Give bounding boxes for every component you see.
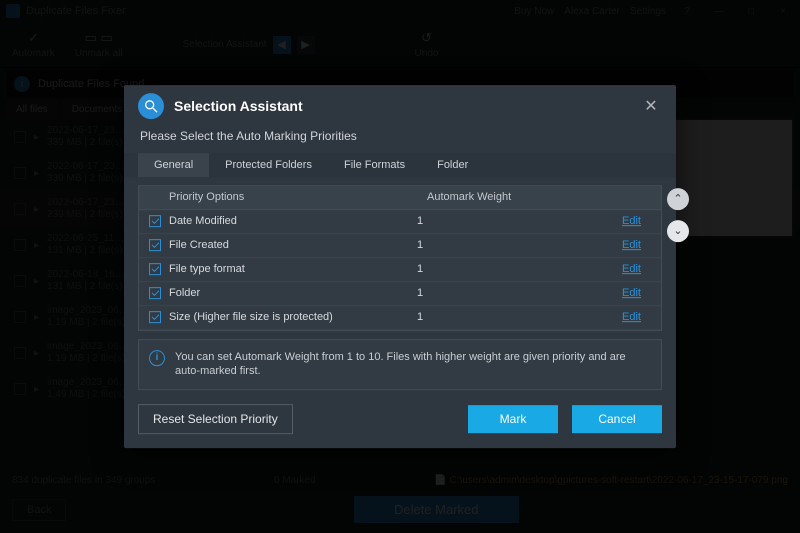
- priority-weight: 1: [417, 311, 537, 323]
- tab-file-formats[interactable]: File Formats: [328, 153, 421, 177]
- checkbox[interactable]: [149, 311, 161, 323]
- col-priority-options: Priority Options: [139, 186, 419, 208]
- tab-general[interactable]: General: [138, 153, 209, 177]
- scroll-up-button[interactable]: ⌃: [667, 188, 689, 210]
- tab-folder[interactable]: Folder: [421, 153, 484, 177]
- info-icon: i: [149, 350, 165, 366]
- dialog-close-button[interactable]: ✕: [640, 95, 662, 117]
- priority-label: Date Modified: [169, 215, 417, 227]
- priority-weight: 1: [417, 287, 537, 299]
- dialog-subtitle: Please Select the Auto Marking Prioritie…: [124, 125, 676, 153]
- priority-label: File type format: [169, 263, 417, 275]
- checkbox[interactable]: [149, 263, 161, 275]
- tab-protected-folders[interactable]: Protected Folders: [209, 153, 328, 177]
- priority-table: Priority Options Automark Weight Date Mo…: [138, 185, 662, 331]
- dialog-logo-icon: [138, 93, 164, 119]
- dialog-actions: Reset Selection Priority Mark Cancel: [124, 390, 676, 448]
- edit-link[interactable]: Edit: [622, 311, 641, 323]
- priority-weight: 1: [417, 263, 537, 275]
- edit-link[interactable]: Edit: [622, 287, 641, 299]
- priority-row: Date Modified 1 Edit: [139, 210, 661, 234]
- col-automark-weight: Automark Weight: [419, 186, 539, 208]
- dialog-title: Selection Assistant: [174, 98, 303, 114]
- priority-weight: 1: [417, 239, 537, 251]
- reset-button[interactable]: Reset Selection Priority: [138, 404, 293, 434]
- mark-button[interactable]: Mark: [468, 405, 558, 433]
- cancel-button[interactable]: Cancel: [572, 405, 662, 433]
- info-text: You can set Automark Weight from 1 to 10…: [175, 350, 651, 380]
- checkbox[interactable]: [149, 239, 161, 251]
- checkbox[interactable]: [149, 287, 161, 299]
- priority-label: Folder: [169, 287, 417, 299]
- priority-weight: 1: [417, 215, 537, 227]
- scroll-down-button[interactable]: ⌄: [667, 220, 689, 242]
- checkbox[interactable]: [149, 215, 161, 227]
- priority-label: Size (Higher file size is protected): [169, 311, 417, 323]
- priority-row: Folder 1 Edit: [139, 282, 661, 306]
- selection-assistant-dialog: Selection Assistant ✕ Please Select the …: [124, 85, 676, 449]
- edit-link[interactable]: Edit: [622, 239, 641, 251]
- priority-row: File type format 1 Edit: [139, 258, 661, 282]
- priority-label: File Created: [169, 239, 417, 251]
- priority-row: Size (Higher file size is protected) 1 E…: [139, 306, 661, 330]
- priority-row: File Created 1 Edit: [139, 234, 661, 258]
- edit-link[interactable]: Edit: [622, 215, 641, 227]
- dialog-tabs: General Protected Folders File Formats F…: [124, 153, 676, 177]
- info-box: i You can set Automark Weight from 1 to …: [138, 339, 662, 391]
- edit-link[interactable]: Edit: [622, 263, 641, 275]
